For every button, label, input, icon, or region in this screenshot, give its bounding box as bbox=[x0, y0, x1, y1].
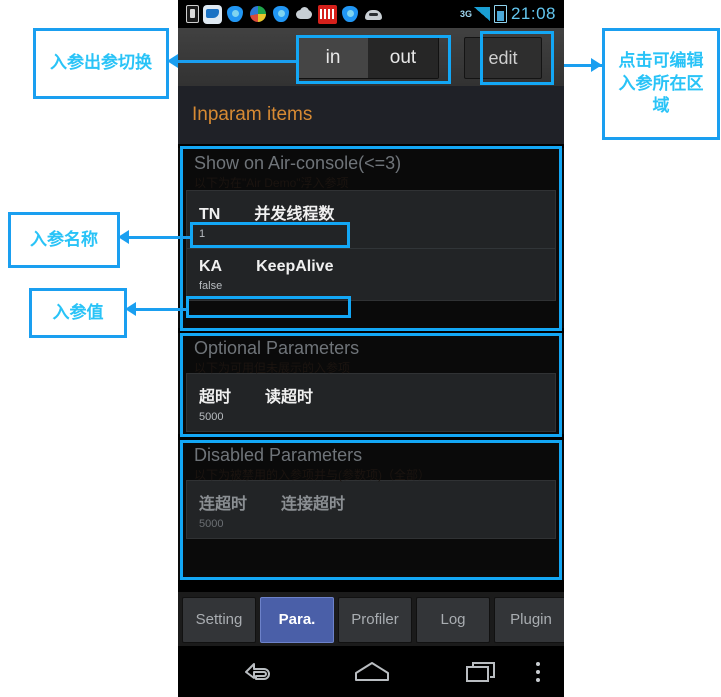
section-disabled: Disabled Parameters 以下为被禁用的入参项并与(参数项)（全部… bbox=[178, 440, 564, 580]
status-bar-system-icons: 3G 21:08 bbox=[460, 4, 564, 24]
section-header-air-console: Show on Air-console(<=3) 以下为在"Air Demo"浮… bbox=[178, 148, 564, 190]
back-icon[interactable] bbox=[240, 659, 272, 685]
action-bar: in out edit bbox=[178, 28, 564, 87]
home-icon[interactable] bbox=[351, 659, 393, 685]
section-body-optional: 超时 读超时 5000 bbox=[186, 373, 556, 432]
tab-plugin[interactable]: Plugin bbox=[494, 596, 564, 643]
annotation-box-param-name: 入参名称 bbox=[8, 212, 120, 268]
tab-profiler[interactable]: Profiler bbox=[338, 596, 412, 643]
param-name: 并发线程数 bbox=[254, 206, 335, 223]
shield-icon bbox=[226, 5, 245, 24]
annotation-box-edit-hint: 点击可编辑入参所在区域 bbox=[602, 28, 720, 140]
annotation-arrow-line-param-value bbox=[136, 308, 188, 311]
network-type-label: 3G bbox=[459, 9, 472, 19]
section-header-optional: Optional Parameters 以下为可用但未展示的入参项 bbox=[178, 333, 564, 375]
chat-icon bbox=[203, 4, 222, 24]
tab-log[interactable]: Log bbox=[416, 596, 490, 643]
status-bar: 3G 21:08 bbox=[178, 0, 564, 28]
edit-button[interactable]: edit bbox=[464, 37, 542, 79]
param-row[interactable]: 超时 读超时 5000 bbox=[187, 374, 555, 431]
annotation-arrow-line-param-name bbox=[129, 236, 190, 239]
param-row[interactable]: TN 并发线程数 1 bbox=[187, 191, 555, 249]
segment-in[interactable]: in bbox=[298, 38, 368, 78]
annotation-text: 入参出参切换 bbox=[50, 53, 152, 73]
section-ghost-text: 以下为可用但未展示的入参项 bbox=[194, 361, 351, 375]
clock: 21:08 bbox=[510, 4, 556, 23]
section-header-disabled: Disabled Parameters 以下为被禁用的入参项并与(参数项)（全部… bbox=[178, 440, 564, 482]
annotation-arrow-line-switch bbox=[178, 60, 296, 63]
phone-screen: 3G 21:08 in out edit Inparam items Show … bbox=[178, 0, 564, 697]
param-name: 读超时 bbox=[265, 389, 314, 406]
android-head-icon bbox=[364, 5, 383, 24]
param-name: KeepAlive bbox=[256, 258, 334, 275]
annotation-box-param-value: 入参值 bbox=[29, 288, 127, 338]
param-key: KA bbox=[199, 258, 223, 275]
annotation-text: 入参值 bbox=[52, 302, 104, 322]
section-optional: Optional Parameters 以下为可用但未展示的入参项 超时 读超时… bbox=[178, 333, 564, 434]
inout-segmented-control[interactable]: in out bbox=[297, 37, 439, 79]
param-value[interactable]: 1 bbox=[199, 228, 543, 240]
param-key: 连超时 bbox=[199, 496, 248, 513]
tab-para[interactable]: Para. bbox=[260, 596, 334, 643]
param-value[interactable]: 5000 bbox=[199, 518, 543, 530]
param-value[interactable]: 5000 bbox=[199, 411, 543, 423]
annotation-box-switch: 入参出参切换 bbox=[33, 28, 169, 99]
segment-out[interactable]: out bbox=[368, 38, 438, 78]
shield-dot-icon bbox=[272, 5, 291, 24]
annotation-arrow-head-param-name bbox=[118, 230, 129, 244]
section-body-disabled: 连超时 连接超时 5000 bbox=[186, 480, 556, 539]
globe-icon bbox=[249, 5, 268, 24]
annotation-text: 点击可编辑入参所在区域 bbox=[618, 50, 704, 116]
param-row[interactable]: 连超时 连接超时 5000 bbox=[187, 481, 555, 538]
shield-2-icon bbox=[341, 5, 360, 24]
cloud-icon bbox=[295, 5, 314, 24]
recents-icon[interactable] bbox=[463, 659, 499, 685]
annotation-arrow-head-edit-hint bbox=[591, 58, 602, 72]
android-nav-bar bbox=[178, 646, 564, 697]
section-title: Show on Air-console(<=3) bbox=[194, 153, 402, 173]
param-row[interactable]: KA KeepAlive false bbox=[187, 249, 555, 300]
status-bar-notification-icons bbox=[178, 4, 460, 24]
page-title-bar: Inparam items bbox=[178, 86, 564, 144]
red-news-icon bbox=[318, 4, 337, 24]
section-ghost-text: 以下为被禁用的入参项并与(参数项)（全部） bbox=[194, 468, 430, 482]
page-title: Inparam items bbox=[192, 104, 313, 125]
param-name: 连接超时 bbox=[281, 496, 346, 513]
battery-icon bbox=[493, 5, 507, 23]
param-key: 超时 bbox=[199, 389, 232, 406]
sim-card-icon bbox=[186, 5, 199, 23]
signal-icon bbox=[473, 7, 490, 21]
section-title: Optional Parameters bbox=[194, 338, 360, 358]
section-ghost-text: 以下为在"Air Demo"浮入参项 bbox=[194, 176, 349, 190]
bottom-tab-bar: Setting Para. Profiler Log Plugin bbox=[178, 591, 564, 647]
section-air-console: Show on Air-console(<=3) 以下为在"Air Demo"浮… bbox=[178, 148, 564, 328]
section-body-air-console: TN 并发线程数 1 KA KeepAlive false bbox=[186, 190, 556, 301]
tab-setting[interactable]: Setting bbox=[182, 596, 256, 643]
param-key: TN bbox=[199, 206, 221, 223]
overflow-menu-icon[interactable] bbox=[533, 659, 543, 685]
annotation-text: 入参名称 bbox=[30, 229, 98, 249]
annotation-arrow-head-param-value bbox=[125, 302, 136, 316]
param-value[interactable]: false bbox=[199, 280, 543, 292]
section-title: Disabled Parameters bbox=[194, 445, 363, 465]
annotation-arrow-head-switch bbox=[167, 54, 178, 68]
